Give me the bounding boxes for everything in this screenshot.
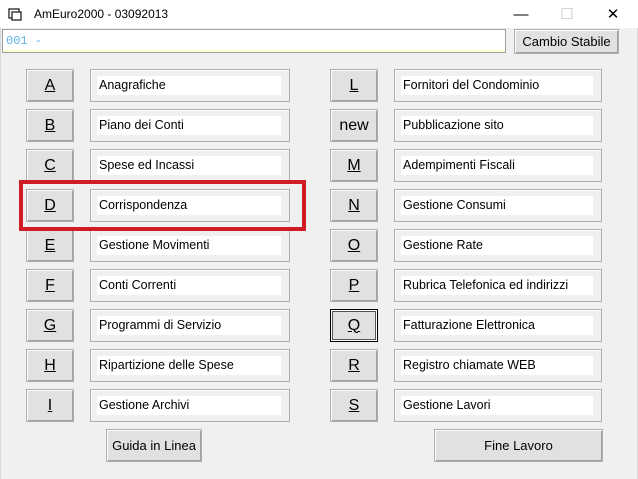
window-title: AmEuro2000 - 03092013	[34, 7, 169, 21]
menu-item-label: Gestione Lavori	[401, 396, 593, 415]
menu-item-label: Adempimenti Fiscali	[401, 156, 593, 175]
menu-item-label: Piano dei Conti	[97, 116, 281, 135]
menu-item-pubblicazione-sito: Pubblicazione sito	[394, 109, 602, 142]
menu-item-gestione-movimenti: Gestione Movimenti	[90, 229, 290, 262]
menu-key-label: R	[348, 356, 360, 374]
fine-lavoro-button[interactable]: Fine Lavoro	[434, 429, 603, 462]
menu-key-label: O	[347, 236, 361, 254]
menu-item-gestione-rate: Gestione Rate	[394, 229, 602, 262]
menu-item-piano-dei-conti: Piano dei Conti	[90, 109, 290, 142]
menu-item-fornitori-del-condominio: Fornitori del Condominio	[394, 69, 602, 102]
menu-key-r[interactable]: R	[330, 349, 378, 382]
menu-item-rubrica-telefonica: Rubrica Telefonica ed indirizzi	[394, 269, 602, 302]
menu-key-i[interactable]: I	[26, 389, 74, 422]
menu-key-label: Q	[347, 316, 361, 334]
title-bar: AmEuro2000 - 03092013 — ☐ ✕	[0, 0, 638, 28]
menu-item-label: Ripartizione delle Spese	[97, 356, 281, 375]
app-icon	[8, 8, 22, 21]
menu-item-fatturazione-elettronica: Fatturazione Elettronica	[394, 309, 602, 342]
menu-key-label: C	[44, 156, 56, 174]
menu-item-anagrafiche: Anagrafiche	[90, 69, 290, 102]
highlight-box	[19, 180, 306, 231]
menu-item-adempimenti-fiscali: Adempimenti Fiscali	[394, 149, 602, 182]
close-button[interactable]: ✕	[590, 0, 636, 28]
menu-key-label: G	[43, 316, 57, 334]
menu-key-a[interactable]: A	[26, 69, 74, 102]
menu-key-h[interactable]: H	[26, 349, 74, 382]
menu-key-g[interactable]: G	[26, 309, 74, 342]
menu-key-o[interactable]: O	[330, 229, 378, 262]
menu-item-spese-ed-incassi: Spese ed Incassi	[90, 149, 290, 182]
menu-item-programmi-di-servizio: Programmi di Servizio	[90, 309, 290, 342]
stabile-code-prefix: 001 -	[6, 34, 43, 48]
menu-item-gestione-consumi: Gestione Consumi	[394, 189, 602, 222]
maximize-icon: ☐	[560, 6, 574, 23]
maximize-button[interactable]: ☐	[544, 0, 590, 28]
menu-key-m[interactable]: M	[330, 149, 378, 182]
menu-key-label: B	[44, 116, 56, 134]
menu-key-label: I	[47, 396, 53, 414]
menu-key-q[interactable]: Q	[330, 309, 378, 342]
menu-key-s[interactable]: S	[330, 389, 378, 422]
menu-key-label: A	[44, 76, 56, 94]
menu-item-label: Anagrafiche	[97, 76, 281, 95]
menu-key-label: S	[348, 396, 360, 414]
menu-item-label: Rubrica Telefonica ed indirizzi	[401, 276, 593, 295]
menu-key-label: M	[347, 156, 361, 174]
menu-item-label: Registro chiamate WEB	[401, 356, 593, 375]
menu-item-label: Gestione Movimenti	[97, 236, 281, 255]
menu-key-label: E	[44, 236, 56, 254]
menu-item-label: Gestione Consumi	[401, 196, 593, 215]
menu-item-gestione-lavori: Gestione Lavori	[394, 389, 602, 422]
menu-key-new[interactable]: new	[330, 109, 378, 142]
menu-item-registro-chiamate-web: Registro chiamate WEB	[394, 349, 602, 382]
cambio-stabile-button[interactable]: Cambio Stabile	[514, 29, 619, 54]
cambio-stabile-label: Cambio Stabile	[522, 34, 611, 49]
menu-item-label: Programmi di Servizio	[97, 316, 281, 335]
menu-item-gestione-archivi: Gestione Archivi	[90, 389, 290, 422]
fine-lavoro-label: Fine Lavoro	[484, 438, 553, 453]
menu-item-conti-correnti: Conti Correnti	[90, 269, 290, 302]
menu-item-label: Fatturazione Elettronica	[401, 316, 593, 335]
menu-key-label: F	[45, 276, 55, 294]
menu-key-c[interactable]: C	[26, 149, 74, 182]
menu-key-e[interactable]: E	[26, 229, 74, 262]
menu-item-label: Gestione Archivi	[97, 396, 281, 415]
menu-item-label: Pubblicazione sito	[401, 116, 593, 135]
menu-key-n[interactable]: N	[330, 189, 378, 222]
menu-item-label: Gestione Rate	[401, 236, 593, 255]
menu-item-label: Fornitori del Condominio	[401, 76, 593, 95]
guida-in-linea-label: Guida in Linea	[112, 438, 196, 453]
menu-key-label: N	[348, 196, 360, 214]
menu-key-f[interactable]: F	[26, 269, 74, 302]
menu-item-label: Conti Correnti	[97, 276, 281, 295]
menu-key-label: L	[349, 76, 359, 94]
stabile-code-field[interactable]: 001 -	[2, 29, 506, 53]
menu-item-label: Spese ed Incassi	[97, 156, 281, 175]
menu-key-label: H	[44, 356, 56, 374]
menu-item-ripartizione-delle-spese: Ripartizione delle Spese	[90, 349, 290, 382]
menu-key-label: new	[339, 116, 369, 134]
guida-in-linea-button[interactable]: Guida in Linea	[106, 429, 202, 462]
menu-key-l[interactable]: L	[330, 69, 378, 102]
menu-key-label: P	[348, 276, 360, 294]
menu-key-b[interactable]: B	[26, 109, 74, 142]
minimize-button[interactable]: —	[498, 0, 544, 28]
close-icon: ✕	[606, 6, 620, 23]
menu-key-p[interactable]: P	[330, 269, 378, 302]
minimize-icon: —	[513, 5, 529, 23]
